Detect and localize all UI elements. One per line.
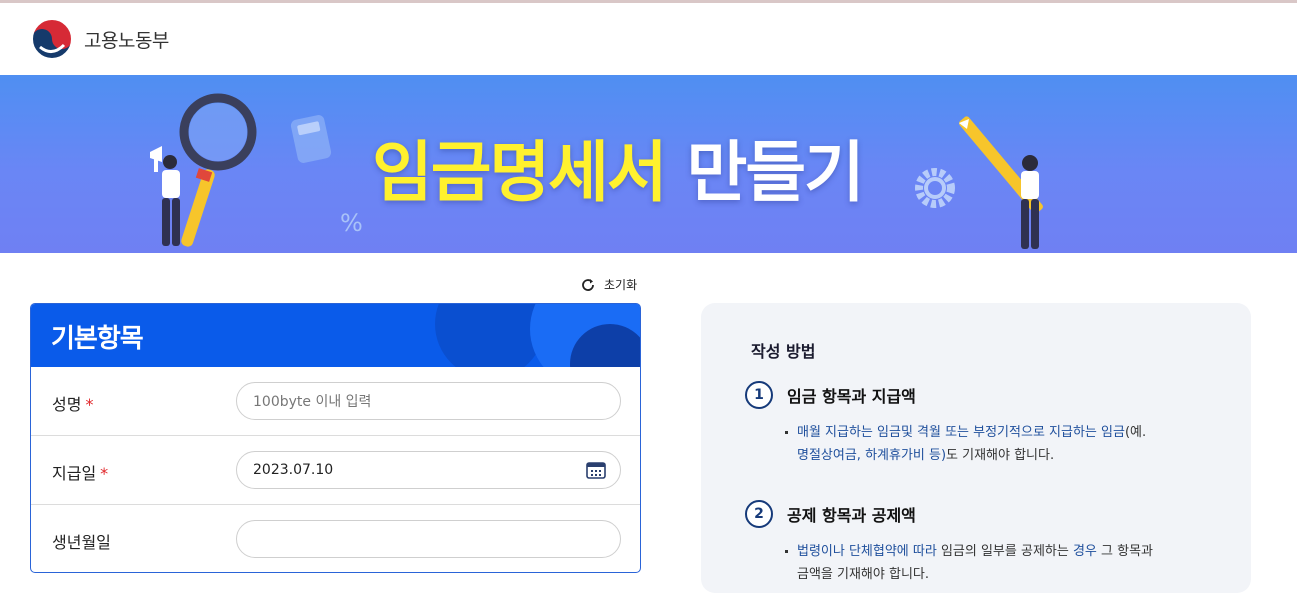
step-number-badge: 1 bbox=[745, 381, 773, 409]
svg-text:%: % bbox=[340, 209, 363, 237]
reset-button[interactable]: 초기화 bbox=[580, 276, 637, 293]
hero-banner: % 임금명세서 만들기 bbox=[0, 75, 1297, 253]
birth-date-label: 생년월일 bbox=[52, 533, 111, 552]
birth-date-row: 생년월일 bbox=[31, 505, 640, 572]
refresh-icon bbox=[582, 278, 594, 291]
calendar-icon[interactable] bbox=[586, 461, 606, 479]
name-label: 성명 * bbox=[52, 395, 94, 414]
name-input[interactable]: 100byte 이내 입력 bbox=[236, 382, 621, 420]
basic-items-card: 기본항목 성명 * 100byte 이내 입력 지급일 * 2023.07.10 생… bbox=[30, 303, 641, 573]
step-description: 매월 지급하는 임금및 격월 또는 부정기적으로 지급하는 임금(예. 명절상여금… bbox=[785, 421, 1225, 467]
guide-step-2: 2 공제 항목과 공제액 법령이나 단체협약에 따라 임금의 일부를 공제하는 … bbox=[745, 500, 1225, 586]
required-mark: * bbox=[85, 395, 94, 414]
required-mark: * bbox=[100, 464, 109, 483]
writing-guide-panel: 작성 방법 1 임금 항목과 지급액 매월 지급하는 임금및 격월 또는 부정기… bbox=[701, 303, 1251, 593]
pay-date-value: 2023.07.10 bbox=[253, 462, 334, 478]
logo-text: 고용노동부 bbox=[84, 29, 169, 52]
banner-title-rest: 만들기 bbox=[686, 134, 865, 211]
card-header: 기본항목 bbox=[31, 304, 640, 367]
step-title: 임금 항목과 지급액 bbox=[787, 387, 916, 406]
step-title: 공제 항목과 공제액 bbox=[787, 506, 916, 525]
birth-date-input[interactable] bbox=[236, 520, 621, 558]
gear-icon bbox=[915, 168, 955, 208]
guide-step-1: 1 임금 항목과 지급액 매월 지급하는 임금및 격월 또는 부정기적으로 지급… bbox=[745, 381, 1225, 467]
pay-date-input[interactable]: 2023.07.10 bbox=[236, 451, 621, 489]
section-title: 기본항목 bbox=[51, 324, 144, 354]
reset-label: 초기화 bbox=[604, 278, 638, 292]
guide-title: 작성 방법 bbox=[751, 342, 816, 361]
step-number-badge: 2 bbox=[745, 500, 773, 528]
percent-icon: % bbox=[340, 209, 363, 237]
pay-date-row: 지급일 * 2023.07.10 bbox=[31, 436, 640, 505]
pay-date-label: 지급일 * bbox=[52, 464, 109, 483]
magnifier-person-illustration bbox=[150, 93, 257, 247]
taegeuk-logo-icon bbox=[31, 18, 73, 60]
name-input-placeholder: 100byte 이내 입력 bbox=[253, 394, 372, 410]
name-row: 성명 * 100byte 이내 입력 bbox=[31, 367, 640, 436]
calculator-icon bbox=[290, 115, 332, 163]
header-decoration bbox=[435, 304, 640, 367]
ministry-logo[interactable]: 고용노동부 bbox=[30, 17, 169, 61]
step-description: 법령이나 단체협약에 따라 임금의 일부를 공제하는 경우 그 항목과 금액을 기… bbox=[785, 540, 1225, 586]
pencil-person-illustration bbox=[959, 116, 1043, 249]
banner-title: 임금명세서 만들기 bbox=[372, 119, 865, 215]
banner-title-highlight: 임금명세서 bbox=[372, 134, 668, 211]
site-header: 고용노동부 bbox=[0, 3, 1297, 75]
